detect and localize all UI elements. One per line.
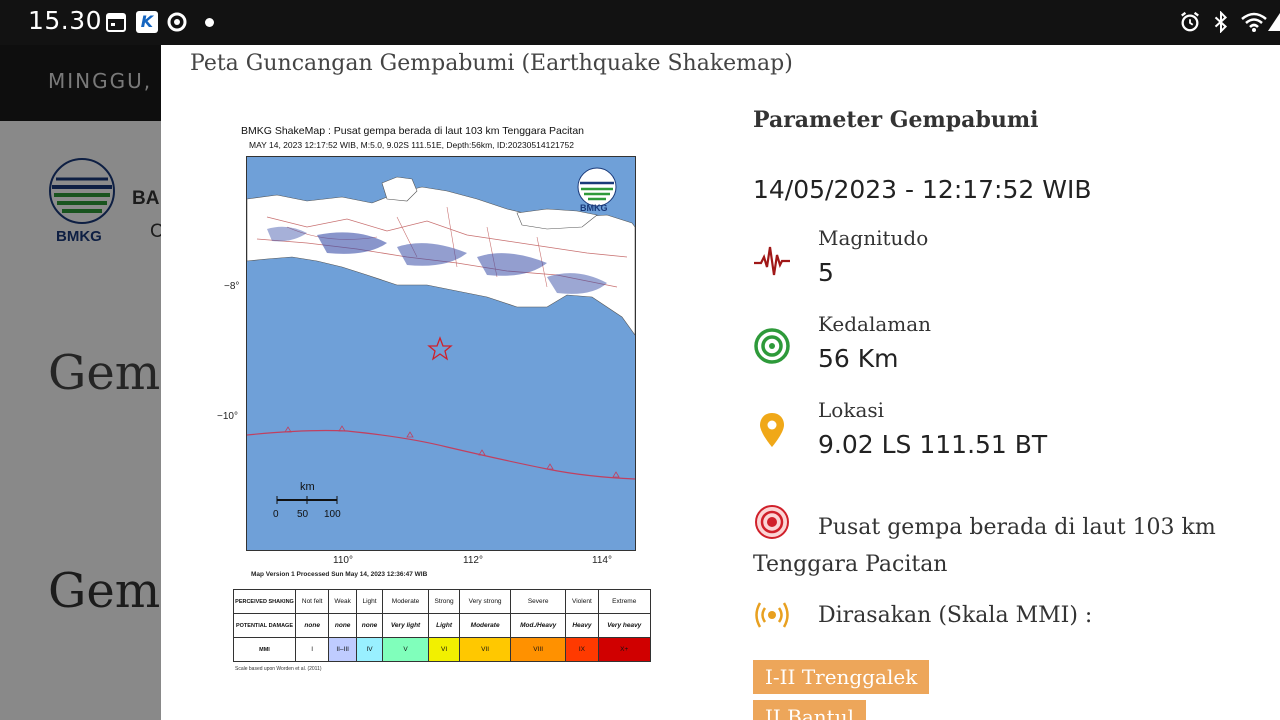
map-logo-text: BMKG [580,203,608,213]
scale-tick: 0 [273,509,279,520]
epicenter-star-icon [427,336,453,361]
damage-cell: Very heavy [597,613,651,638]
mmi-row: MMI I II–III IV V VI VII VIII IX X+ [233,637,651,662]
parameters-title: Parameter Gempabumi [753,107,1039,133]
map-version: Map Version 1 Processed Sun May 14, 2023… [251,571,428,578]
scale-tick: 50 [297,509,309,520]
damage-row: POTENTIAL DAMAGE none none none Very lig… [233,613,651,638]
shakemap-image: BMKG ShakeMap : Pusat gempa berada di la… [217,123,661,720]
k-app-icon: K [136,11,158,33]
location-value: 9.02 LS 111.51 BT [818,430,1048,459]
felt-signal-icon [755,602,789,628]
depth-value: 56 Km [818,344,899,373]
damage-cell: Light [427,613,461,638]
location-pin-icon [760,413,784,447]
lon-label: 114° [592,555,612,566]
epicenter-description: Pusat gempa berada di laut 103 km Tengga… [753,515,1216,577]
felt-region-badge: I-II Trenggalek [753,660,930,694]
mmi-note: Scale based upon Worden et al. (2011) [235,666,322,672]
damage-cell: Very light [382,613,429,638]
event-datetime: 14/05/2023 - 12:17:52 WIB [753,175,1092,204]
shaking-cell: Moderate [382,589,429,614]
shaking-cell: Violent [565,589,599,614]
seismograph-icon [754,246,790,276]
felt-label: Dirasakan (Skala MMI) : [818,603,1093,628]
lat-label: −8° [224,281,240,292]
shakemap-header: BMKG ShakeMap : Pusat gempa berada di la… [241,125,585,137]
lat-label: −10° [217,411,238,422]
shaking-cell: Extreme [597,589,651,614]
shaking-cell: Severe [509,589,567,614]
damage-cell: Moderate [459,613,511,638]
sync-icon [167,12,187,32]
map-bmkg-logo-icon [577,167,617,207]
alarm-icon [1181,11,1199,32]
shaking-cell: Weak [328,589,357,614]
depth-icon [754,328,790,364]
depth-label: Kedalaman [818,312,932,336]
location-label: Lokasi [818,398,885,422]
row-header: MMI [233,637,296,662]
damage-cell: none [294,613,330,638]
wifi-icon [1241,12,1267,32]
scale-tick: 100 [324,509,341,520]
row-header: PERCEIVED SHAKING [233,589,296,614]
mmi-cell: X+ [597,637,651,662]
mmi-legend-table: PERCEIVED SHAKING Not felt Weak Light Mo… [233,589,651,662]
status-time: 15.30 [28,6,103,35]
mmi-cell: VI [427,637,461,662]
shakemap-subheader: MAY 14, 2023 12:17:52 WIB, M:5.0, 9.02S … [249,140,574,150]
scale-unit: km [300,481,315,493]
shakemap-modal: Peta Guncangan Gempabumi (Earthquake Sha… [161,45,1280,720]
bluetooth-icon [1214,11,1228,33]
mmi-cell: V [382,637,429,662]
shaking-cell: Strong [427,589,461,614]
damage-cell: none [328,613,357,638]
calendar-icon [106,13,126,32]
mmi-cell: I [294,637,330,662]
status-bar: 15.30 K [0,0,1280,45]
row-header: POTENTIAL DAMAGE [233,613,296,638]
magnitude-value: 5 [818,258,834,287]
mmi-cell: II–III [328,637,357,662]
notification-dot [205,18,214,27]
felt-region-badge: II Bantul [753,700,866,720]
damage-cell: Heavy [565,613,599,638]
shaking-cell: Not felt [294,589,330,614]
mmi-cell: IV [355,637,384,662]
shaking-row: PERCEIVED SHAKING Not felt Weak Light Mo… [233,589,651,614]
lon-label: 112° [463,555,483,566]
mmi-cell: VII [459,637,511,662]
damage-cell: none [355,613,384,638]
shaking-cell: Light [355,589,384,614]
mmi-cell: VIII [509,637,567,662]
magnitude-label: Magnitudo [818,226,929,250]
mmi-cell: IX [565,637,599,662]
earthquake-parameters: Parameter Gempabumi 14/05/2023 - 12:17:5… [753,45,1273,720]
signal-icon [1268,13,1280,31]
modal-title: Peta Guncangan Gempabumi (Earthquake Sha… [190,51,793,76]
lon-label: 110° [333,555,353,566]
damage-cell: Mod./Heavy [509,613,567,638]
shaking-cell: Very strong [459,589,511,614]
